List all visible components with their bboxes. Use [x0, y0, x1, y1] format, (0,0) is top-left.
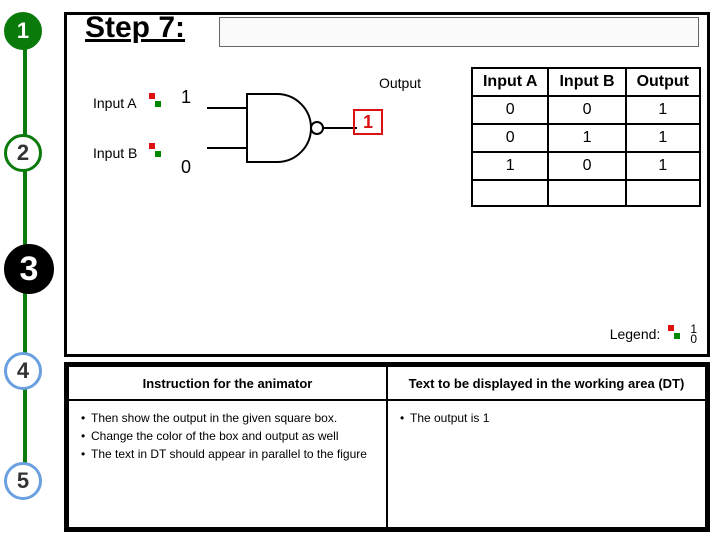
input-b-led-icon — [149, 143, 163, 161]
legend-led-icon — [668, 325, 682, 343]
step-title: Step 7: — [85, 11, 185, 45]
instructions-left-header: Instruction for the animator — [68, 366, 387, 400]
step-badge-4: 4 — [4, 352, 42, 390]
step-badge-1: 1 — [4, 12, 42, 50]
step-badge-3-current: 3 — [4, 244, 54, 294]
instructions-table: Instruction for the animator Text to be … — [67, 365, 707, 529]
table-row-empty — [472, 180, 700, 206]
working-area-panel: Step 7: Input A Input B Output 1 0 1 Inp… — [64, 12, 710, 357]
input-b-value: 0 — [181, 157, 191, 178]
list-item: Then show the output in the given square… — [81, 411, 378, 425]
animator-instructions-cell: Then show the output in the given square… — [68, 400, 387, 528]
list-item: The output is 1 — [400, 411, 697, 425]
list-item: Change the color of the box and output a… — [81, 429, 378, 443]
input-a-label: Input A — [93, 95, 137, 111]
logic-gate-diagram: Input A Input B Output 1 0 1 — [83, 75, 443, 225]
list-item: The text in DT should appear in parallel… — [81, 447, 378, 461]
step-badge-2: 2 — [4, 134, 42, 172]
nand-gate-icon — [207, 90, 357, 170]
table-row: 0 1 1 — [472, 124, 700, 152]
slide: 1 2 3 4 5 Step 7: Input A Input B Output… — [4, 4, 716, 536]
legend: Legend: 1 0 — [610, 324, 697, 344]
step-badge-5: 5 — [4, 462, 42, 500]
display-text-cell: The output is 1 — [387, 400, 706, 528]
input-b-label: Input B — [93, 145, 137, 161]
legend-values: 1 0 — [690, 324, 697, 344]
table-row: 1 0 1 — [472, 152, 700, 180]
legend-label: Legend: — [610, 326, 661, 342]
table-row: 0 0 1 — [472, 96, 700, 124]
output-label: Output — [379, 75, 421, 91]
tt-header-out: Output — [626, 68, 700, 96]
input-a-value: 1 — [181, 87, 191, 108]
tt-header-a: Input A — [472, 68, 549, 96]
title-placeholder-box — [219, 17, 699, 47]
output-value-box: 1 — [353, 109, 383, 135]
instructions-panel: Instruction for the animator Text to be … — [64, 362, 710, 532]
truth-table: Input A Input B Output 0 0 1 0 1 1 1 0 1 — [471, 67, 701, 207]
tt-header-b: Input B — [548, 68, 625, 96]
instructions-right-header: Text to be displayed in the working area… — [387, 366, 706, 400]
input-a-led-icon — [149, 93, 163, 111]
